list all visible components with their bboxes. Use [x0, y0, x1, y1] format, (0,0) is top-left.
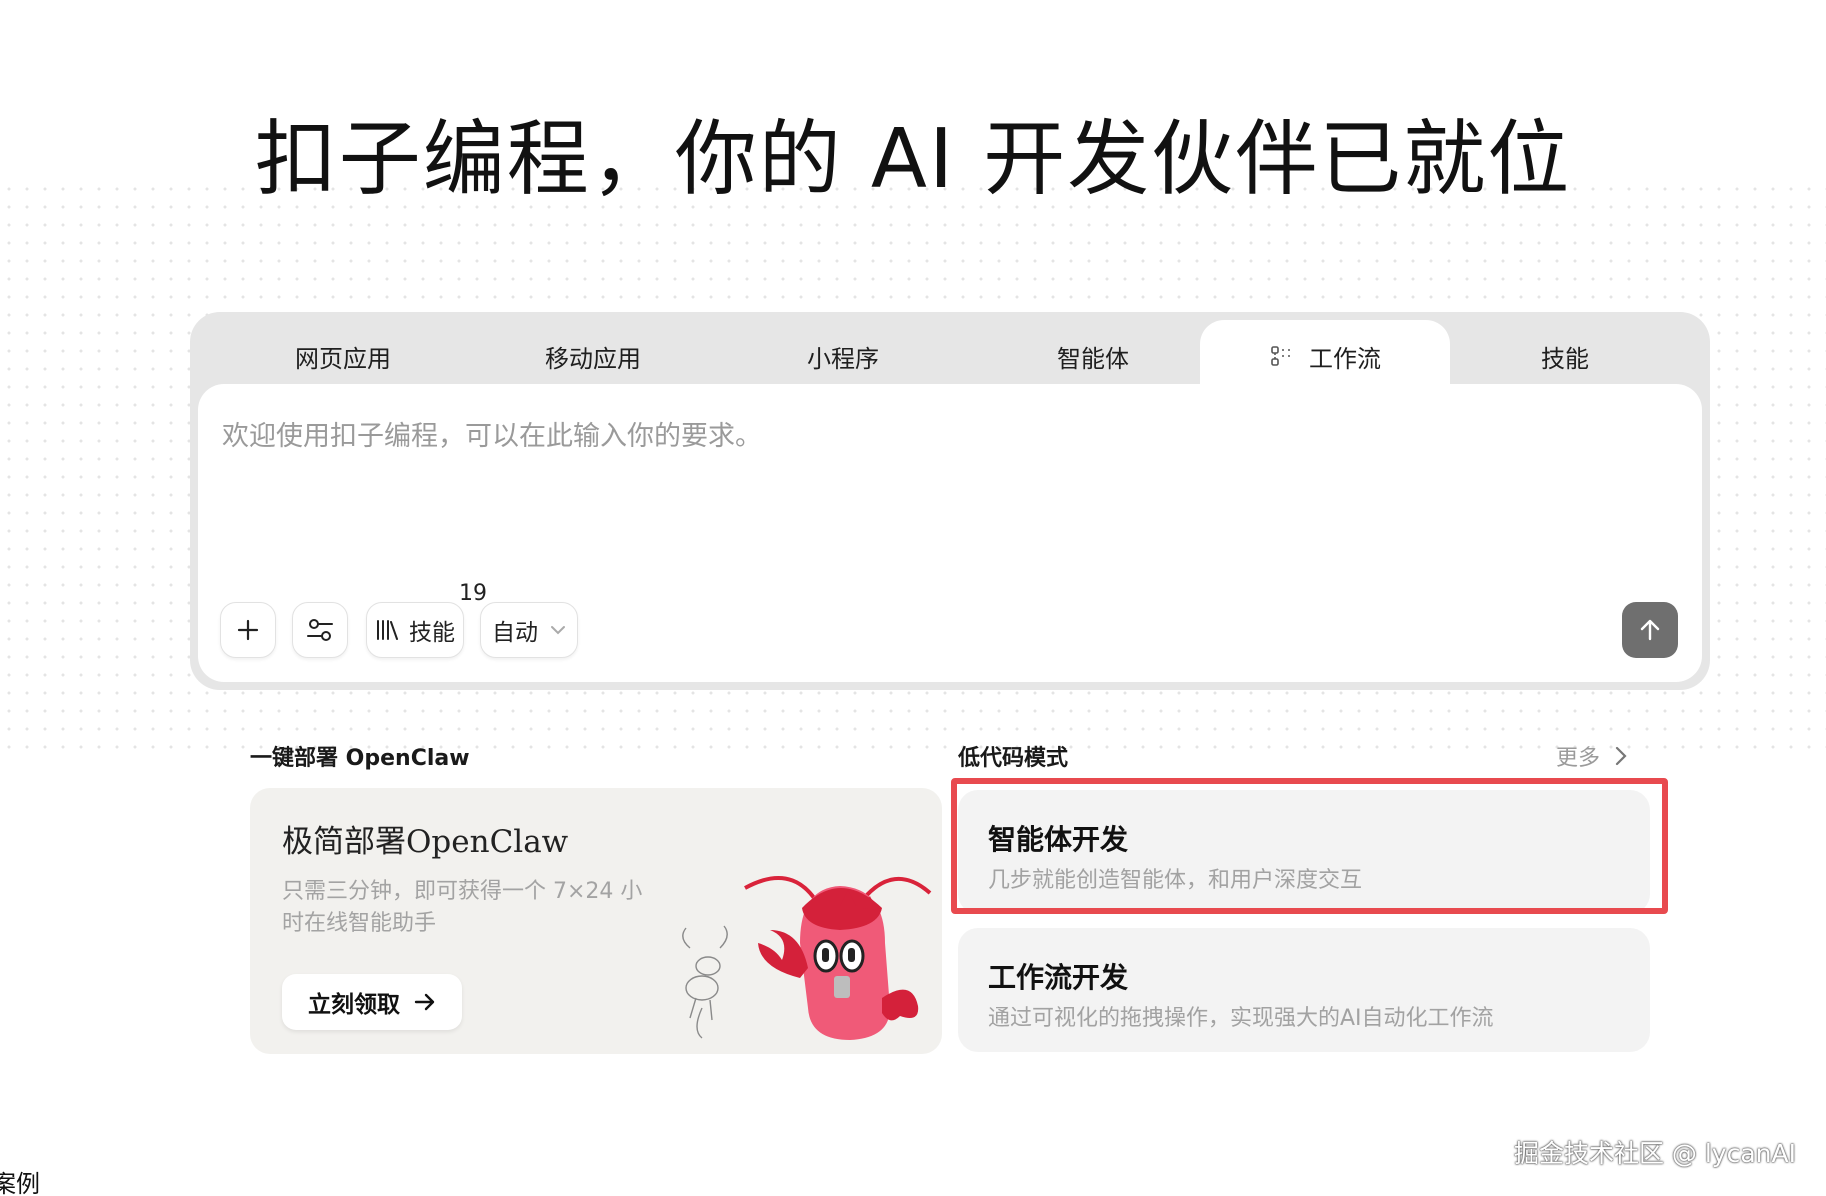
- prompt-editor[interactable]: 欢迎使用扣子编程，可以在此输入你的要求。 技能 19 自动: [198, 384, 1702, 682]
- chevron-down-icon: [551, 626, 565, 635]
- mode-label: 自动: [492, 620, 538, 646]
- card-desc: 几步就能创造智能体，和用户深度交互: [988, 868, 1363, 893]
- workflow-dev-card[interactable]: 工作流开发 通过可视化的拖拽操作，实现强大的AI自动化工作流: [958, 928, 1650, 1052]
- library-icon: [377, 620, 398, 640]
- tab-workflow[interactable]: 工作流: [1200, 320, 1450, 392]
- chevron-right-icon: [1615, 746, 1627, 766]
- tab-label: 移动应用: [545, 344, 641, 373]
- skills-label: 技能: [409, 620, 455, 646]
- openclaw-promo-card[interactable]: 极简部署OpenClaw 只需三分钟，即可获得一个 7×24 小时在线智能助手 …: [250, 788, 942, 1054]
- tab-mini-program[interactable]: 小程序: [718, 320, 968, 392]
- tab-label: 小程序: [807, 344, 879, 373]
- tab-mobile-app[interactable]: 移动应用: [468, 320, 718, 392]
- mode-select[interactable]: 自动: [480, 602, 578, 658]
- prompt-input[interactable]: 欢迎使用扣子编程，可以在此输入你的要求。: [222, 414, 762, 453]
- watermark: 掘金技术社区 @ lycanAI: [1513, 1139, 1796, 1168]
- composer-panel: 网页应用 移动应用 小程序 智能体 工作流 技能 欢迎使用扣子编程，可以在此输入…: [190, 312, 1710, 690]
- tab-label: 技能: [1541, 344, 1589, 373]
- arrow-up-icon: [1640, 619, 1660, 641]
- tab-agent[interactable]: 智能体: [968, 320, 1218, 392]
- hero-title: 扣子编程，你的 AI 开发伙伴已就位: [254, 112, 1572, 207]
- promo-title: 极简部署OpenClaw: [282, 824, 569, 860]
- skills-button[interactable]: 技能 19: [366, 581, 487, 658]
- send-button[interactable]: [1622, 602, 1678, 658]
- card-desc: 通过可视化的拖拽操作，实现强大的AI自动化工作流: [988, 1006, 1494, 1031]
- tab-label: 网页应用: [295, 344, 391, 373]
- tab-label: 智能体: [1057, 344, 1129, 373]
- add-attachment-button[interactable]: [220, 602, 276, 658]
- card-title: 智能体开发: [988, 823, 1129, 856]
- more-link[interactable]: 更多: [1556, 740, 1628, 772]
- mode-tabs: 网页应用 移动应用 小程序 智能体 工作流 技能: [190, 312, 1710, 392]
- settings-button[interactable]: [292, 602, 348, 658]
- skills-count-badge: 19: [459, 581, 487, 606]
- sliders-icon: [307, 619, 333, 641]
- card-title: 工作流开发: [988, 961, 1129, 994]
- edge-text: 案例: [0, 1170, 40, 1196]
- tab-label: 工作流: [1309, 344, 1381, 373]
- lowcode-section-title: 低代码模式: [958, 746, 1069, 771]
- lobster-mascot-icon: [682, 876, 932, 1040]
- workflow-icon: [1271, 346, 1291, 366]
- arrow-right-icon: [414, 993, 435, 1011]
- claim-label: 立刻领取: [308, 992, 400, 1018]
- deploy-section-title: 一键部署 OpenClaw: [250, 746, 470, 771]
- promo-subtitle: 只需三分钟，即可获得一个 7×24 小时在线智能助手: [282, 879, 643, 936]
- tab-web-app[interactable]: 网页应用: [218, 320, 468, 392]
- tab-skills[interactable]: 技能: [1440, 320, 1690, 392]
- plus-icon: [237, 619, 259, 641]
- more-label: 更多: [1556, 746, 1601, 771]
- claim-now-button[interactable]: 立刻领取: [282, 974, 462, 1030]
- agent-dev-card[interactable]: 智能体开发 几步就能创造智能体，和用户深度交互: [958, 790, 1650, 914]
